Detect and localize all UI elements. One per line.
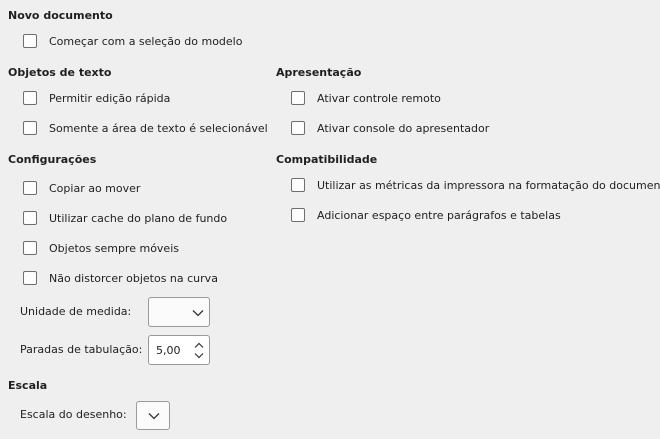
tab-stops-label: Paradas de tabulação: — [20, 343, 143, 356]
background-cache-checkbox[interactable]: Utilizar cache do plano de fundo — [23, 209, 227, 227]
copy-on-move-box[interactable] — [23, 181, 37, 195]
tab-stops-spinbox[interactable]: 5,00 — [148, 335, 210, 365]
no-distort-curve-checkbox[interactable]: Não distorcer objetos na curva — [23, 269, 218, 287]
compatibility-heading: Compatibilidade — [276, 153, 378, 166]
spin-up-icon[interactable] — [194, 342, 204, 349]
chevron-down-icon — [148, 413, 160, 420]
chevron-down-icon — [192, 310, 204, 317]
tab-stops-value[interactable]: 5,00 — [156, 344, 181, 357]
printer-metrics-label: Utilizar as métricas da impressora na fo… — [317, 178, 660, 192]
add-spacing-box[interactable] — [291, 208, 305, 222]
copy-on-move-checkbox[interactable]: Copiar ao mover — [23, 179, 140, 197]
quick-edit-box[interactable] — [23, 91, 37, 105]
presentation-heading: Apresentação — [276, 66, 362, 79]
drawing-scale-combobox[interactable] — [136, 401, 170, 430]
drawing-scale-label: Escala do desenho: — [20, 408, 127, 421]
remote-control-checkbox[interactable]: Ativar controle remoto — [291, 89, 441, 107]
start-with-template-box[interactable] — [23, 34, 37, 48]
add-spacing-label: Adicionar espaço entre parágrafos e tabe… — [317, 208, 561, 222]
background-cache-label: Utilizar cache do plano de fundo — [49, 211, 228, 225]
add-spacing-checkbox[interactable]: Adicionar espaço entre parágrafos e tabe… — [291, 206, 561, 224]
remote-control-box[interactable] — [291, 91, 305, 105]
printer-metrics-checkbox[interactable]: Utilizar as métricas da impressora na fo… — [291, 176, 660, 194]
presenter-console-checkbox[interactable]: Ativar console do apresentador — [291, 119, 489, 137]
only-text-area-label: Somente a área de texto é selecionável — [49, 121, 268, 135]
unit-combobox[interactable] — [148, 297, 210, 327]
scale-heading: Escala — [8, 379, 48, 392]
presenter-console-box[interactable] — [291, 121, 305, 135]
objects-movable-checkbox[interactable]: Objetos sempre móveis — [23, 239, 179, 257]
presenter-console-label: Ativar console do apresentador — [317, 121, 490, 135]
objects-movable-label: Objetos sempre móveis — [49, 241, 179, 255]
new-document-heading: Novo documento — [8, 9, 113, 22]
settings-heading: Configurações — [8, 153, 97, 166]
copy-on-move-label: Copiar ao mover — [49, 181, 141, 195]
quick-edit-label: Permitir edição rápida — [49, 91, 171, 105]
only-text-area-checkbox[interactable]: Somente a área de texto é selecionável — [23, 119, 268, 137]
only-text-area-box[interactable] — [23, 121, 37, 135]
start-with-template-label: Começar com a seleção do modelo — [49, 34, 243, 48]
text-objects-heading: Objetos de texto — [8, 66, 112, 79]
no-distort-curve-label: Não distorcer objetos na curva — [49, 271, 218, 285]
no-distort-curve-box[interactable] — [23, 271, 37, 285]
background-cache-box[interactable] — [23, 211, 37, 225]
unit-label: Unidade de medida: — [20, 305, 132, 318]
remote-control-label: Ativar controle remoto — [317, 91, 441, 105]
quick-edit-checkbox[interactable]: Permitir edição rápida — [23, 89, 170, 107]
start-with-template-checkbox[interactable]: Começar com a seleção do modelo — [23, 32, 242, 50]
printer-metrics-box[interactable] — [291, 178, 305, 192]
spin-down-icon[interactable] — [194, 352, 204, 359]
objects-movable-box[interactable] — [23, 241, 37, 255]
